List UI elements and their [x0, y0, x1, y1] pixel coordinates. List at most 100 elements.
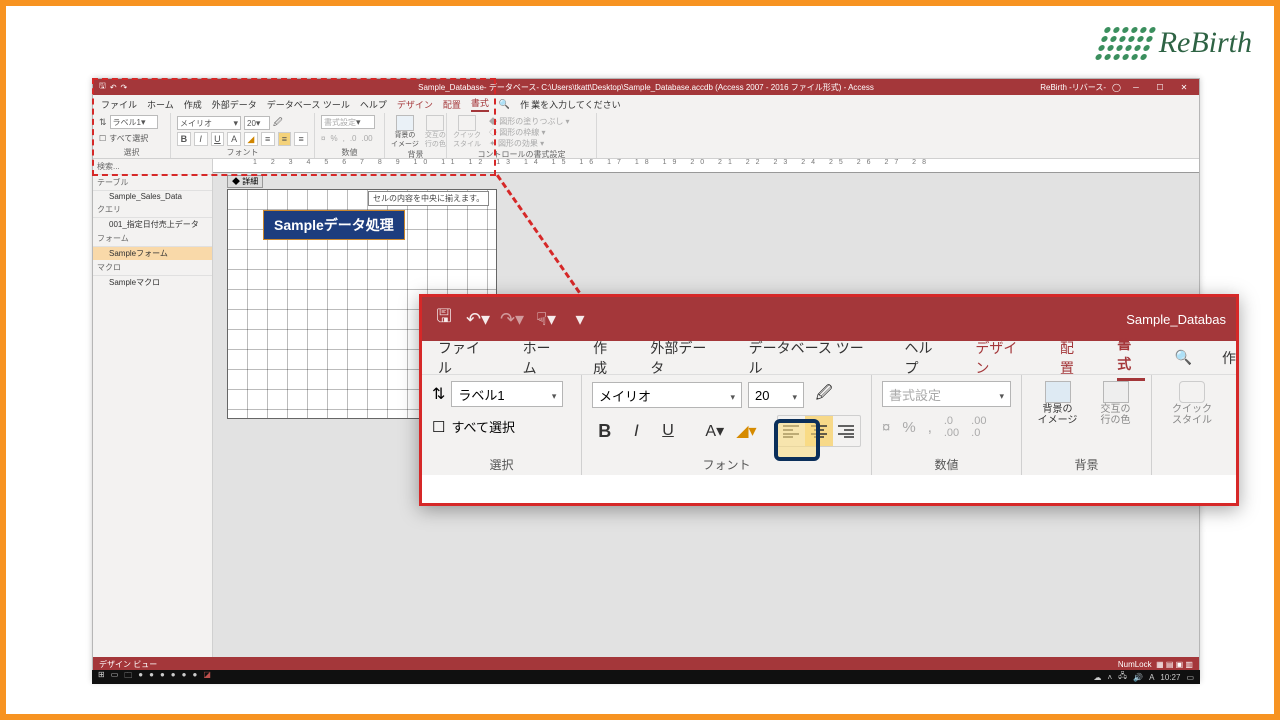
tray-time[interactable]: 10:27 — [1160, 673, 1180, 682]
ztab-dbtools[interactable]: データベース ツール — [749, 338, 875, 378]
select-all-button[interactable]: ☐ すべて選択 — [99, 133, 164, 144]
tb-app2-icon[interactable]: ● — [149, 670, 154, 684]
tray-ime-icon[interactable]: A — [1149, 673, 1154, 682]
ztab-home[interactable]: ホーム — [523, 338, 564, 378]
zfill-color-button[interactable]: ◢▾ — [734, 417, 760, 445]
zpercent-icon: % — [902, 419, 915, 436]
qat-customize-icon[interactable]: ▾ — [568, 307, 592, 331]
underline-button[interactable]: U — [211, 132, 225, 146]
zalt-row-button: 交互の 行の色 — [1094, 381, 1138, 426]
tab-home[interactable]: ホーム — [147, 98, 174, 111]
tab-create[interactable]: 作成 — [184, 98, 202, 111]
tray-notif-icon[interactable]: ▭ — [1186, 673, 1194, 682]
logo-text: ReBirth — [1159, 26, 1252, 60]
align-left-button[interactable]: ≡ — [261, 132, 275, 146]
nav-item-query[interactable]: 001_指定日付売上データ — [93, 218, 212, 231]
tab-file[interactable]: ファイル — [101, 98, 137, 111]
zitalic-button[interactable]: I — [624, 417, 650, 445]
nav-queries-header[interactable]: クエリ — [93, 202, 212, 218]
tab-help[interactable]: ヘルプ — [360, 98, 387, 111]
ztab-search-icon[interactable]: 🔍 — [1175, 349, 1192, 366]
tb-app3-icon[interactable]: ● — [160, 670, 165, 684]
tab-external[interactable]: 外部データ — [212, 98, 257, 111]
tb-access-icon[interactable]: ◪ — [203, 670, 211, 684]
zobject-select-combo[interactable]: ラベル1 — [451, 381, 563, 407]
ztab-tell-prefix[interactable]: 作 — [1222, 348, 1236, 368]
nav-forms-header[interactable]: フォーム — [93, 231, 212, 247]
ztab-design[interactable]: デザイン — [975, 338, 1030, 378]
tray-cloud-icon[interactable]: ☁ — [1094, 673, 1102, 682]
ztab-external[interactable]: 外部データ — [650, 338, 718, 378]
zformat-painter-icon[interactable]: 🖉 — [810, 381, 838, 409]
format-painter-icon[interactable]: 🖉 — [273, 115, 283, 131]
bg-image-button[interactable]: 背景の イメージ — [391, 132, 419, 148]
tb-app6-icon[interactable]: ● — [192, 670, 197, 684]
start-icon[interactable]: ⊞ — [98, 670, 105, 684]
status-numlock: NumLock — [1118, 660, 1152, 669]
qat-save-icon[interactable]: 🖫 — [432, 307, 456, 331]
zselect-all-button[interactable]: すべて選択 — [451, 417, 515, 436]
zbg-image-button[interactable]: 背景の イメージ — [1036, 381, 1080, 426]
explorer-icon[interactable]: 🗀 — [124, 670, 132, 684]
tell-me-input[interactable]: 業を入力してください — [531, 98, 620, 111]
zfont-color-button[interactable]: A▾ — [702, 417, 728, 445]
ztab-file[interactable]: ファイル — [438, 338, 493, 378]
tell-me-icon[interactable]: 🔍 — [499, 99, 510, 110]
font-name-combo[interactable]: メイリオ — [177, 116, 241, 130]
tab-format[interactable]: 書式 — [471, 96, 489, 112]
zfont-size-combo[interactable]: 20 — [748, 382, 804, 408]
ztab-create[interactable]: 作成 — [593, 338, 620, 378]
bold-button[interactable]: B — [177, 132, 191, 146]
tb-app5-icon[interactable]: ● — [182, 670, 187, 684]
zfont-name-combo[interactable]: メイリオ — [592, 382, 742, 408]
tb-app1-icon[interactable]: ● — [138, 670, 143, 684]
zoom-titlebar: 🖫 ↶▾ ↷▾ ☟▾ ▾ Sample_Databas — [422, 297, 1236, 341]
ribbon-tabs-small: ファイル ホーム 作成 外部データ データベース ツール ヘルプ デザイン 配置… — [93, 95, 1199, 113]
zalign-center-button[interactable] — [805, 416, 832, 446]
section-header[interactable]: ◆ 詳細 — [227, 175, 263, 188]
ztab-help[interactable]: ヘルプ — [905, 338, 946, 378]
tab-dbtools[interactable]: データベース ツール — [267, 98, 350, 111]
dec-decimal-icon: .00 — [361, 134, 372, 143]
zquick-style-button: クイック スタイル — [1170, 381, 1214, 426]
font-color-button[interactable]: A — [227, 132, 241, 146]
italic-button[interactable]: I — [194, 132, 208, 146]
nav-item-table[interactable]: Sample_Sales_Data — [93, 191, 212, 202]
zalign-left-button[interactable] — [778, 416, 805, 446]
qat-undo-icon[interactable]: ↶▾ — [466, 307, 490, 331]
nav-tables-header[interactable]: テーブル — [93, 175, 212, 191]
taskview-icon[interactable]: ▭ — [111, 670, 119, 684]
zdec-decimal-icon: .00.0 — [971, 415, 986, 439]
align-center-button[interactable]: ≡ — [278, 132, 292, 146]
qat-touch-icon[interactable]: ☟▾ — [534, 307, 558, 331]
tray-sound-icon[interactable]: 🔊 — [1133, 673, 1143, 682]
shape-fill-button: ◆ 図形の塗りつぶし ▾ — [489, 116, 570, 127]
form-label-control[interactable]: Sampleデータ処理 — [263, 210, 405, 240]
nav-item-macro[interactable]: Sampleマクロ — [93, 276, 212, 289]
nav-item-form[interactable]: Sampleフォーム — [93, 247, 212, 260]
font-size-combo[interactable]: 20 — [244, 116, 270, 130]
tab-arrange[interactable]: 配置 — [443, 98, 461, 111]
access-statusbar: デザイン ビュー NumLock ▦ ▤ ▣ ▥ — [93, 657, 1199, 671]
zbold-button[interactable]: B — [592, 417, 618, 445]
shape-effects-button: ✦ 図形の効果 ▾ — [489, 138, 570, 149]
tray-net-icon[interactable]: 🖧 — [1118, 670, 1127, 684]
zalign-right-button[interactable] — [833, 416, 860, 446]
nav-macros-header[interactable]: マクロ — [93, 260, 212, 276]
fill-color-button[interactable]: ◢ — [244, 132, 258, 146]
number-format-combo[interactable]: 書式設定 — [321, 115, 375, 129]
zgroup-label-select: 選択 — [432, 452, 571, 473]
znumber-format-combo: 書式設定 — [882, 381, 1011, 407]
zunderline-button[interactable]: U — [655, 417, 681, 445]
tray-up-icon[interactable]: ˄ — [1108, 673, 1113, 682]
tab-design[interactable]: デザイン — [397, 98, 433, 111]
group-label-select: 選択 — [99, 147, 164, 158]
ztab-arrange[interactable]: 配置 — [1060, 338, 1087, 378]
align-right-button[interactable]: ≡ — [294, 132, 308, 146]
tb-app4-icon[interactable]: ● — [171, 670, 176, 684]
ztab-format[interactable]: 書式 — [1117, 334, 1144, 381]
nav-search[interactable]: 検索... — [93, 159, 212, 175]
object-select-combo[interactable]: ラベル1 — [110, 115, 158, 129]
tell-me-prefix[interactable]: 作 — [520, 98, 529, 111]
status-view: デザイン ビュー — [99, 659, 157, 670]
